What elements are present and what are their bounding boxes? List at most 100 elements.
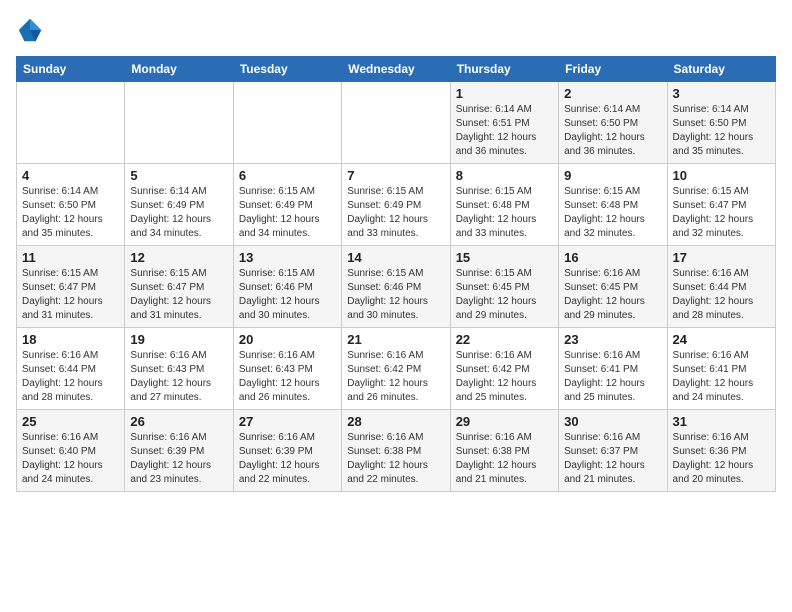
day-info: Sunrise: 6:16 AM Sunset: 6:41 PM Dayligh… bbox=[673, 349, 770, 405]
day-header-sunday: Sunday bbox=[17, 57, 125, 82]
logo-icon bbox=[16, 16, 44, 44]
day-info: Sunrise: 6:16 AM Sunset: 6:37 PM Dayligh… bbox=[564, 431, 661, 487]
day-info: Sunrise: 6:16 AM Sunset: 6:39 PM Dayligh… bbox=[239, 431, 336, 487]
calendar-cell: 3 Sunrise: 6:14 AM Sunset: 6:50 PM Daylig… bbox=[667, 82, 775, 164]
calendar-cell: 14 Sunrise: 6:15 AM Sunset: 6:46 PM Dayli… bbox=[342, 246, 450, 328]
calendar-cell bbox=[233, 82, 341, 164]
calendar-cell bbox=[342, 82, 450, 164]
day-info: Sunrise: 6:16 AM Sunset: 6:41 PM Dayligh… bbox=[564, 349, 661, 405]
calendar-cell: 27 Sunrise: 6:16 AM Sunset: 6:39 PM Dayli… bbox=[233, 410, 341, 492]
day-number: 25 bbox=[22, 414, 119, 429]
day-number: 12 bbox=[130, 250, 227, 265]
day-header-friday: Friday bbox=[559, 57, 667, 82]
calendar-cell: 31 Sunrise: 6:16 AM Sunset: 6:36 PM Dayli… bbox=[667, 410, 775, 492]
calendar-table: SundayMondayTuesdayWednesdayThursdayFrid… bbox=[16, 56, 776, 492]
calendar-cell: 17 Sunrise: 6:16 AM Sunset: 6:44 PM Dayli… bbox=[667, 246, 775, 328]
calendar-cell: 19 Sunrise: 6:16 AM Sunset: 6:43 PM Dayli… bbox=[125, 328, 233, 410]
calendar-cell: 29 Sunrise: 6:16 AM Sunset: 6:38 PM Dayli… bbox=[450, 410, 558, 492]
calendar-cell: 24Sunrise: 6:16 AM Sunset: 6:41 PM Dayli… bbox=[667, 328, 775, 410]
calendar-cell: 23 Sunrise: 6:16 AM Sunset: 6:41 PM Dayli… bbox=[559, 328, 667, 410]
day-info: Sunrise: 6:15 AM Sunset: 6:45 PM Dayligh… bbox=[456, 267, 553, 323]
calendar-header-row: SundayMondayTuesdayWednesdayThursdayFrid… bbox=[17, 57, 776, 82]
day-number: 13 bbox=[239, 250, 336, 265]
day-info: Sunrise: 6:16 AM Sunset: 6:43 PM Dayligh… bbox=[130, 349, 227, 405]
day-header-monday: Monday bbox=[125, 57, 233, 82]
day-info: Sunrise: 6:14 AM Sunset: 6:51 PM Dayligh… bbox=[456, 103, 553, 159]
calendar-cell: 6Sunrise: 6:15 AM Sunset: 6:49 PM Daylig… bbox=[233, 164, 341, 246]
calendar-cell: 18Sunrise: 6:16 AM Sunset: 6:44 PM Dayli… bbox=[17, 328, 125, 410]
day-number: 7 bbox=[347, 168, 444, 183]
day-info: Sunrise: 6:14 AM Sunset: 6:50 PM Dayligh… bbox=[564, 103, 661, 159]
day-number: 5 bbox=[130, 168, 227, 183]
day-info: Sunrise: 6:16 AM Sunset: 6:42 PM Dayligh… bbox=[347, 349, 444, 405]
calendar-week-3: 11 Sunrise: 6:15 AM Sunset: 6:47 PM Dayli… bbox=[17, 246, 776, 328]
day-info: Sunrise: 6:14 AM Sunset: 6:50 PM Dayligh… bbox=[673, 103, 770, 159]
day-info: Sunrise: 6:16 AM Sunset: 6:39 PM Dayligh… bbox=[130, 431, 227, 487]
day-number: 16 bbox=[564, 250, 661, 265]
calendar-cell: 8 Sunrise: 6:15 AM Sunset: 6:48 PM Daylig… bbox=[450, 164, 558, 246]
day-header-thursday: Thursday bbox=[450, 57, 558, 82]
day-info: Sunrise: 6:15 AM Sunset: 6:49 PM Dayligh… bbox=[347, 185, 444, 241]
day-info: Sunrise: 6:16 AM Sunset: 6:45 PM Dayligh… bbox=[564, 267, 661, 323]
day-info: Sunrise: 6:16 AM Sunset: 6:43 PM Dayligh… bbox=[239, 349, 336, 405]
day-number: 10 bbox=[673, 168, 770, 183]
day-number: 20 bbox=[239, 332, 336, 347]
calendar-cell: 28 Sunrise: 6:16 AM Sunset: 6:38 PM Dayli… bbox=[342, 410, 450, 492]
day-number: 28 bbox=[347, 414, 444, 429]
calendar-cell: 2 Sunrise: 6:14 AM Sunset: 6:50 PM Daylig… bbox=[559, 82, 667, 164]
day-info: Sunrise: 6:16 AM Sunset: 6:38 PM Dayligh… bbox=[456, 431, 553, 487]
calendar-cell: 30 Sunrise: 6:16 AM Sunset: 6:37 PM Dayli… bbox=[559, 410, 667, 492]
day-info: Sunrise: 6:15 AM Sunset: 6:49 PM Dayligh… bbox=[239, 185, 336, 241]
day-info: Sunrise: 6:15 AM Sunset: 6:47 PM Dayligh… bbox=[22, 267, 119, 323]
calendar-week-2: 4Sunrise: 6:14 AM Sunset: 6:50 PM Daylig… bbox=[17, 164, 776, 246]
day-info: Sunrise: 6:16 AM Sunset: 6:44 PM Dayligh… bbox=[22, 349, 119, 405]
logo bbox=[16, 16, 48, 44]
day-number: 26 bbox=[130, 414, 227, 429]
day-info: Sunrise: 6:16 AM Sunset: 6:38 PM Dayligh… bbox=[347, 431, 444, 487]
day-info: Sunrise: 6:16 AM Sunset: 6:36 PM Dayligh… bbox=[673, 431, 770, 487]
day-number: 3 bbox=[673, 86, 770, 101]
calendar-cell bbox=[125, 82, 233, 164]
calendar-week-1: 1 Sunrise: 6:14 AM Sunset: 6:51 PM Daylig… bbox=[17, 82, 776, 164]
calendar-week-4: 18Sunrise: 6:16 AM Sunset: 6:44 PM Dayli… bbox=[17, 328, 776, 410]
day-number: 22 bbox=[456, 332, 553, 347]
day-number: 15 bbox=[456, 250, 553, 265]
calendar-cell: 11 Sunrise: 6:15 AM Sunset: 6:47 PM Dayli… bbox=[17, 246, 125, 328]
day-number: 29 bbox=[456, 414, 553, 429]
calendar-cell: 20 Sunrise: 6:16 AM Sunset: 6:43 PM Dayli… bbox=[233, 328, 341, 410]
calendar-cell: 7 Sunrise: 6:15 AM Sunset: 6:49 PM Daylig… bbox=[342, 164, 450, 246]
day-number: 17 bbox=[673, 250, 770, 265]
calendar-cell: 22Sunrise: 6:16 AM Sunset: 6:42 PM Dayli… bbox=[450, 328, 558, 410]
day-number: 21 bbox=[347, 332, 444, 347]
day-number: 19 bbox=[130, 332, 227, 347]
day-header-tuesday: Tuesday bbox=[233, 57, 341, 82]
day-info: Sunrise: 6:16 AM Sunset: 6:44 PM Dayligh… bbox=[673, 267, 770, 323]
calendar-cell: 16 Sunrise: 6:16 AM Sunset: 6:45 PM Dayli… bbox=[559, 246, 667, 328]
calendar-cell: 15 Sunrise: 6:15 AM Sunset: 6:45 PM Dayli… bbox=[450, 246, 558, 328]
day-number: 23 bbox=[564, 332, 661, 347]
day-header-wednesday: Wednesday bbox=[342, 57, 450, 82]
calendar-cell bbox=[17, 82, 125, 164]
day-info: Sunrise: 6:15 AM Sunset: 6:48 PM Dayligh… bbox=[456, 185, 553, 241]
day-number: 9 bbox=[564, 168, 661, 183]
day-info: Sunrise: 6:15 AM Sunset: 6:48 PM Dayligh… bbox=[564, 185, 661, 241]
day-number: 1 bbox=[456, 86, 553, 101]
calendar-cell: 9 Sunrise: 6:15 AM Sunset: 6:48 PM Daylig… bbox=[559, 164, 667, 246]
calendar-cell: 12Sunrise: 6:15 AM Sunset: 6:47 PM Dayli… bbox=[125, 246, 233, 328]
calendar-week-5: 25 Sunrise: 6:16 AM Sunset: 6:40 PM Dayli… bbox=[17, 410, 776, 492]
day-number: 31 bbox=[673, 414, 770, 429]
day-number: 27 bbox=[239, 414, 336, 429]
day-number: 14 bbox=[347, 250, 444, 265]
day-info: Sunrise: 6:16 AM Sunset: 6:40 PM Dayligh… bbox=[22, 431, 119, 487]
calendar-cell: 10Sunrise: 6:15 AM Sunset: 6:47 PM Dayli… bbox=[667, 164, 775, 246]
day-info: Sunrise: 6:14 AM Sunset: 6:49 PM Dayligh… bbox=[130, 185, 227, 241]
day-number: 2 bbox=[564, 86, 661, 101]
day-number: 8 bbox=[456, 168, 553, 183]
day-number: 11 bbox=[22, 250, 119, 265]
day-info: Sunrise: 6:15 AM Sunset: 6:46 PM Dayligh… bbox=[239, 267, 336, 323]
day-info: Sunrise: 6:15 AM Sunset: 6:46 PM Dayligh… bbox=[347, 267, 444, 323]
calendar-cell: 1 Sunrise: 6:14 AM Sunset: 6:51 PM Daylig… bbox=[450, 82, 558, 164]
calendar-cell: 21 Sunrise: 6:16 AM Sunset: 6:42 PM Dayli… bbox=[342, 328, 450, 410]
day-number: 30 bbox=[564, 414, 661, 429]
calendar-cell: 26 Sunrise: 6:16 AM Sunset: 6:39 PM Dayli… bbox=[125, 410, 233, 492]
